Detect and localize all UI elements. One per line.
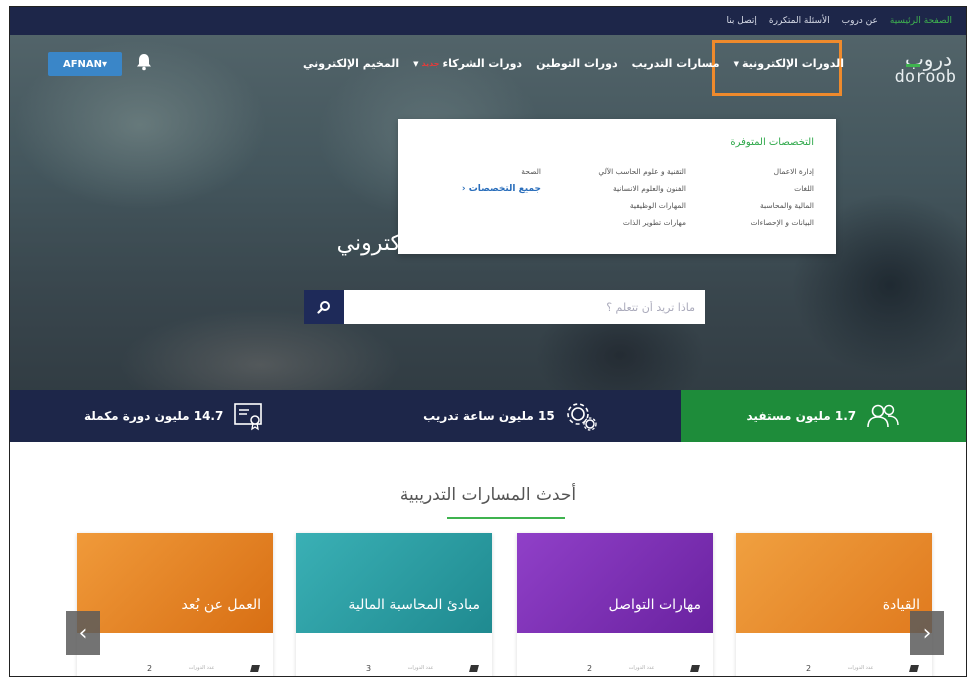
stat-training-hours: 15 مليون ساعة تدريب [339, 390, 681, 442]
carousel-prev-button[interactable]: ‹ [66, 611, 100, 655]
dropdown-item[interactable]: المهارات الوظيفية [598, 201, 686, 210]
course-count: 2 [806, 663, 812, 673]
chevron-down-icon: ▾ [102, 58, 108, 70]
users-icon [867, 404, 899, 428]
nav-item-label: دورات التوطين [536, 57, 618, 70]
track-card-image: مهارات التواصل [517, 533, 713, 633]
doroob-logo[interactable]: دروب doroob [884, 47, 956, 87]
logo-latin: doroob [894, 67, 956, 87]
nav-item-localization-courses[interactable]: دورات التوطين [536, 57, 618, 70]
chevron-down-icon: ▼ [733, 59, 739, 68]
carousel-next-button[interactable]: › [910, 611, 944, 655]
search-icon [317, 301, 330, 314]
book-icon [469, 664, 479, 672]
stat-completed-courses: 14.7 مليون دورة مكملة [10, 390, 340, 442]
course-count: 3 [366, 663, 372, 673]
dropdown-title: التخصصات المتوفرة [730, 137, 814, 148]
main-nav: دروب doroob الدورات الإلكترونية ▼ مسارات… [10, 35, 966, 97]
track-card[interactable]: العمل عن بُعد عدد الدورات 2 [77, 533, 273, 676]
top-link-contact[interactable]: إتصل بنا [726, 16, 756, 26]
search-button[interactable] [304, 290, 344, 324]
section-underline [447, 517, 565, 519]
track-card-image: العمل عن بُعد [77, 533, 273, 633]
top-links-bar: الصفحة الرئيسية عن دروب الأسئلة المتكررة… [10, 7, 966, 35]
meta-label: عدد الدورات [407, 665, 434, 671]
new-badge: جديد [421, 59, 440, 68]
dropdown-item[interactable]: الصحة [462, 167, 541, 176]
nav-item-elearning-courses[interactable]: الدورات الإلكترونية ▼ [734, 57, 844, 70]
nav-item-label: الدورات الإلكترونية [741, 57, 844, 70]
track-card-title: العمل عن بُعد [181, 597, 261, 613]
nav-item-label: المخيم الإلكتروني [303, 57, 400, 70]
hero-title: كتروني [336, 231, 401, 256]
bell-icon[interactable] [136, 53, 152, 71]
track-card-meta: عدد الدورات 2 [517, 661, 713, 675]
course-count: 2 [147, 663, 153, 673]
dropdown-item[interactable]: إدارة الاعمال [751, 167, 814, 176]
meta-label: عدد الدورات [628, 665, 655, 671]
book-icon [250, 664, 260, 672]
track-card-meta: عدد الدورات 2 [77, 661, 273, 675]
specialties-dropdown: التخصصات المتوفرة إدارة الاعمال اللغات ا… [398, 119, 836, 254]
top-link-faq[interactable]: الأسئلة المتكررة [769, 16, 830, 26]
dropdown-item[interactable]: البيانات و الإحصاءات [751, 218, 814, 227]
dropdown-item[interactable]: التقنية و علوم الحاسب الآلي [598, 167, 686, 176]
track-card[interactable]: القيادة عدد الدورات 2 [736, 533, 932, 676]
user-menu-button[interactable]: ▾ AFNAN [48, 52, 122, 76]
section-title: أحدث المسارات التدريبية [399, 485, 577, 505]
stat-text: 15 مليون ساعة تدريب [423, 409, 555, 423]
book-icon [909, 664, 919, 672]
browser-frame: الصفحة الرئيسية عن دروب الأسئلة المتكررة… [9, 6, 967, 677]
course-count: 2 [587, 663, 593, 673]
dropdown-item[interactable]: الفنون والعلوم الانسانية [598, 184, 686, 193]
track-card-image: مبادئ المحاسبة المالية [296, 533, 492, 633]
user-name: AFNAN [62, 58, 103, 70]
track-card-title: مهارات التواصل [608, 597, 702, 613]
dropdown-item[interactable]: مهارات تطوير الذات [598, 218, 686, 227]
chevron-left-icon: ‹ [78, 620, 88, 646]
gears-icon [566, 403, 597, 431]
track-card[interactable]: مهارات التواصل عدد الدورات 2 [517, 533, 713, 676]
stat-beneficiaries: 1.7 مليون مستفيد [680, 390, 966, 442]
hero-section: دروب doroob الدورات الإلكترونية ▼ مسارات… [10, 35, 966, 390]
dropdown-item[interactable]: اللغات [751, 184, 814, 193]
nav-item-e-camp[interactable]: المخيم الإلكتروني [303, 57, 399, 70]
stat-text: 1.7 مليون مستفيد [746, 409, 857, 423]
stats-bar: 1.7 مليون مستفيد 15 مليون ساعة تدريب 14.… [10, 390, 966, 442]
track-card-title: مبادئ المحاسبة المالية [348, 597, 480, 613]
dropdown-column-3: الصحة جميع التخصصات ‹ [462, 167, 541, 194]
nav-item-label: مسارات التدريب [631, 57, 720, 70]
track-card-meta: عدد الدورات 2 [736, 661, 932, 675]
dropdown-column-1: إدارة الاعمال اللغات المالية والمحاسبة ا… [751, 167, 814, 227]
chevron-down-icon: ▼ [413, 59, 419, 68]
track-card[interactable]: مبادئ المحاسبة المالية عدد الدورات 3 [296, 533, 492, 676]
nav-menu: الدورات الإلكترونية ▼ مسارات التدريب دور… [303, 57, 844, 70]
track-card-image: القيادة [736, 533, 932, 633]
search-bar [304, 290, 705, 324]
nav-item-training-tracks[interactable]: مسارات التدريب [632, 57, 720, 70]
search-input[interactable] [344, 290, 705, 324]
dropdown-item[interactable]: المالية والمحاسبة [751, 201, 814, 210]
stat-text: 14.7 مليون دورة مكملة [83, 409, 224, 423]
nav-item-partner-courses[interactable]: دورات الشركاء جديد ▼ [413, 57, 522, 70]
top-link-home[interactable]: الصفحة الرئيسية [890, 16, 952, 26]
all-specialties-link[interactable]: جميع التخصصات ‹ [462, 184, 541, 194]
book-icon [690, 664, 700, 672]
top-link-about[interactable]: عن دروب [842, 16, 878, 26]
track-card-meta: عدد الدورات 3 [296, 661, 492, 675]
dropdown-column-2: التقنية و علوم الحاسب الآلي الفنون والعل… [598, 167, 686, 227]
meta-label: عدد الدورات [188, 665, 215, 671]
nav-item-label: دورات الشركاء [442, 57, 523, 70]
certificate-icon [234, 403, 263, 431]
meta-label: عدد الدورات [847, 665, 874, 671]
chevron-right-icon: › [922, 620, 932, 646]
